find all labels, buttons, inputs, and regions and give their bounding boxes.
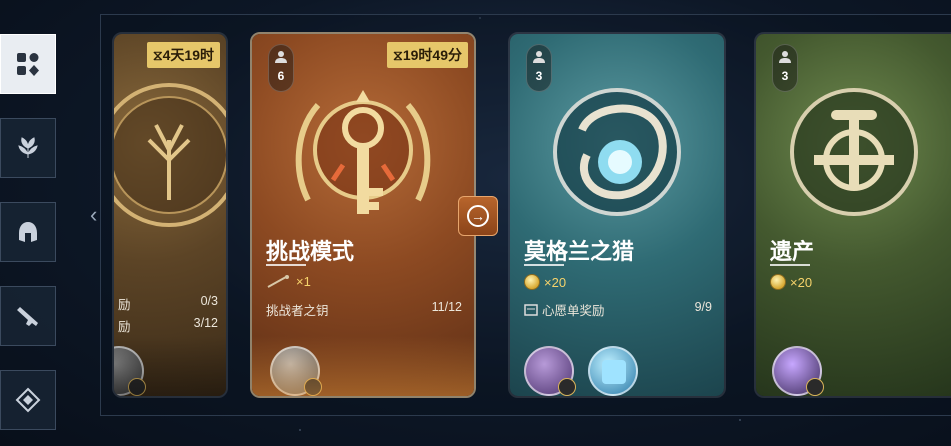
task-progress: 11/12 xyxy=(431,300,462,314)
nav-diamond-button[interactable] xyxy=(0,370,56,430)
tree-emblem-icon xyxy=(114,83,226,227)
mode-card-partial[interactable]: ⧖4天19时 励 0/3 励 3/12 xyxy=(112,32,228,398)
reward-item[interactable] xyxy=(772,346,824,396)
wishlist-icon xyxy=(524,303,538,316)
nav-rifle-button[interactable] xyxy=(0,286,56,346)
entry-cost: ×20 xyxy=(524,274,566,290)
mode-title: 莫格兰之猎 xyxy=(524,239,635,264)
task-row: 励 3/12 xyxy=(118,316,218,335)
key-icon xyxy=(267,274,289,288)
cost-amount: ×20 xyxy=(544,274,567,290)
task-progress: 9/9 xyxy=(694,300,712,314)
cost-amount: ×1 xyxy=(296,274,311,289)
task-label: 心愿单奖励 xyxy=(542,304,605,318)
task-progress: 0/3 xyxy=(200,294,218,308)
entry-cost: ×20 xyxy=(770,274,812,290)
relic-emblem-icon xyxy=(790,88,918,216)
arrow-right-icon: → xyxy=(467,205,489,227)
task-row: 挑战者之钥 11/12 xyxy=(266,300,462,319)
dragon-emblem-icon xyxy=(553,88,681,216)
mode-card-morgran[interactable]: 3 莫格兰之猎 ×20 心愿单奖励 9/9 xyxy=(508,32,726,398)
cost-amount: ×20 xyxy=(790,274,813,290)
mode-title: 遗产 xyxy=(770,239,815,264)
task-row: 励 0/3 xyxy=(118,294,218,313)
item-type-badge xyxy=(806,378,824,396)
next-arrow-button[interactable]: → xyxy=(458,196,498,236)
task-row: 心愿单奖励 9/9 xyxy=(524,300,712,319)
plant-icon xyxy=(18,137,38,158)
nav-grid-button[interactable] xyxy=(0,34,56,94)
helmet-icon xyxy=(19,222,37,242)
mode-card-legacy[interactable]: 3 遗产 ×20 xyxy=(754,32,951,398)
grid-icon xyxy=(17,53,39,76)
chevron-left-icon[interactable]: ‹ xyxy=(90,202,97,228)
nav-plant-button[interactable] xyxy=(0,118,56,178)
mode-card-challenge[interactable]: 6 ⧖19时49分 挑战模式 ×1 挑战者之钥 11/12 xyxy=(250,32,476,398)
nav-helmet-button[interactable] xyxy=(0,202,56,262)
reward-item[interactable] xyxy=(524,346,576,396)
team-icon xyxy=(779,51,791,63)
rifle-icon xyxy=(17,307,38,326)
reward-item[interactable] xyxy=(588,346,638,396)
key-emblem-icon xyxy=(295,90,431,214)
task-label: 挑战者之钥 xyxy=(266,304,329,318)
side-nav xyxy=(0,34,56,446)
task-progress: 3/12 xyxy=(193,316,218,330)
diamond-icon xyxy=(15,387,41,413)
item-type-badge xyxy=(558,378,576,396)
entry-cost: ×1 xyxy=(266,274,311,289)
timer-badge: ⧖4天19时 xyxy=(146,42,220,68)
team-icon xyxy=(275,51,287,63)
coin-icon xyxy=(770,274,786,290)
coin-icon xyxy=(524,274,540,290)
team-icon xyxy=(533,51,545,63)
task-label: 励 xyxy=(118,298,131,312)
timer-badge: ⧖19时49分 xyxy=(387,42,468,68)
cube-icon xyxy=(602,360,626,384)
mode-title: 挑战模式 xyxy=(266,239,355,264)
task-label: 励 xyxy=(118,320,131,334)
